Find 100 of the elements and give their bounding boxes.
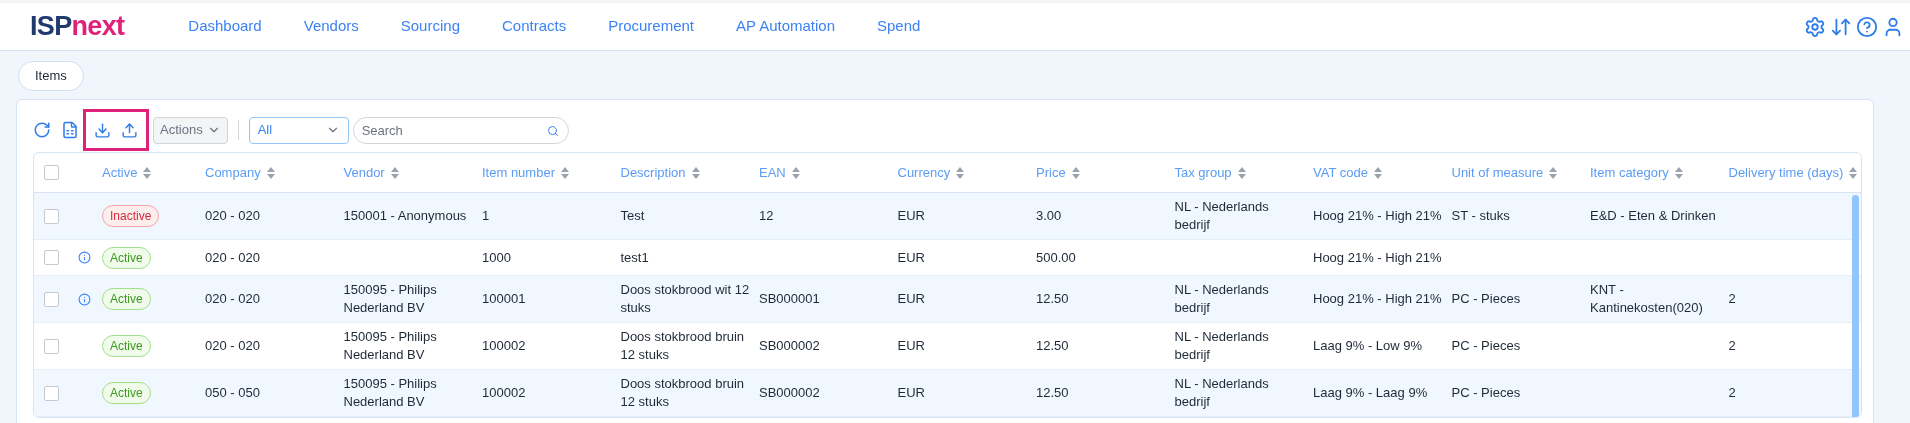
sort-icon[interactable] <box>1849 166 1858 179</box>
status-badge: Active <box>102 335 151 357</box>
refresh-icon[interactable] <box>33 121 51 139</box>
actions-dropdown[interactable]: Actions <box>153 116 228 144</box>
sort-icon[interactable] <box>1674 166 1683 179</box>
table-cell: PC - Pieces <box>1451 291 1521 306</box>
column-header[interactable]: Item number <box>482 162 555 183</box>
nav-link[interactable]: Sourcing <box>400 15 460 38</box>
nav-link[interactable]: Spend <box>877 15 921 38</box>
table-cell: PC - Pieces <box>1451 338 1521 353</box>
table-cell: 020 - 020 <box>205 208 260 223</box>
logo[interactable]: ISPnext <box>30 13 125 40</box>
sort-icon[interactable] <box>561 166 569 179</box>
column-header[interactable]: VAT code <box>1313 162 1368 183</box>
column-header[interactable]: Tax group <box>1174 162 1232 183</box>
column-header[interactable]: Active <box>102 162 138 183</box>
info-icon[interactable] <box>78 292 91 306</box>
search-field[interactable]: Search <box>352 116 569 144</box>
table-cell: 150001 - Anonymous <box>343 208 467 223</box>
table-cell: 12.50 <box>1036 291 1069 306</box>
status-badge: Inactive <box>102 205 160 227</box>
nav-link[interactable]: AP Automation <box>736 15 835 38</box>
table-cell: 12 <box>759 208 774 223</box>
column-header[interactable]: Currency <box>897 162 951 183</box>
nav-link[interactable]: Dashboard <box>188 15 262 38</box>
row-checkbox[interactable] <box>44 385 59 401</box>
info-icon[interactable] <box>78 251 91 264</box>
column-header[interactable]: Unit of measure <box>1451 162 1544 183</box>
status-badge: Active <box>102 382 151 404</box>
nav-link[interactable]: Procurement <box>608 15 695 38</box>
table-cell: Doos stokbrood wit 12 stuks <box>620 282 750 315</box>
row-checkbox[interactable] <box>44 291 59 307</box>
filter-dropdown[interactable]: All <box>248 116 349 144</box>
table-cell: E&D - Eten & Drinken <box>1590 208 1716 223</box>
table-cell: Hoog 21% - High 21% <box>1313 249 1442 265</box>
table-cell: Hoog 21% - High 21% <box>1313 291 1442 306</box>
table-cell: 2 <box>1728 291 1736 306</box>
table-cell: Doos stokbrood bruin 12 stuks <box>620 376 745 409</box>
search-icon[interactable] <box>546 124 559 137</box>
table-cell: 050 - 050 <box>205 385 260 400</box>
table-cell: 500.00 <box>1036 249 1076 265</box>
column-header[interactable]: EAN <box>759 162 786 183</box>
table-cell: KNT - Kantinekosten(020) <box>1590 282 1703 315</box>
nav-link[interactable]: Contracts <box>501 15 567 38</box>
column-header[interactable]: Price <box>1036 162 1066 183</box>
table-cell: EUR <box>897 208 925 223</box>
table-cell: 020 - 020 <box>205 249 260 265</box>
column-header[interactable]: Company <box>205 162 261 183</box>
select-all-checkbox[interactable] <box>44 165 59 180</box>
sort-icon[interactable] <box>691 166 700 179</box>
table-cell: 100001 <box>482 291 526 306</box>
sort-icon[interactable] <box>1549 166 1558 179</box>
spreadsheet-file-icon[interactable] <box>61 121 79 139</box>
status-badge: Active <box>102 288 151 310</box>
sort-icon[interactable] <box>791 166 800 179</box>
row-checkbox[interactable] <box>44 250 59 265</box>
sort-icon[interactable] <box>1373 166 1382 179</box>
row-checkbox[interactable] <box>44 338 59 354</box>
table-cell: Laag 9% - Laag 9% <box>1313 385 1428 400</box>
table-cell: 020 - 020 <box>205 338 260 353</box>
column-header[interactable]: Vendor <box>343 162 385 183</box>
table-cell: 3.00 <box>1036 208 1062 223</box>
column-header[interactable]: Description <box>620 162 686 183</box>
column-header[interactable]: Item category <box>1590 162 1669 183</box>
sort-icon[interactable] <box>956 166 965 179</box>
table-cell: 150095 - Philips Nederland BV <box>343 329 437 362</box>
scrollbar-thumb[interactable] <box>1852 195 1859 417</box>
table-cell: Laag 9% - Low 9% <box>1313 338 1423 353</box>
row-checkbox[interactable] <box>44 208 59 224</box>
sort-icon[interactable] <box>1071 166 1080 179</box>
table-cell: EUR <box>897 338 925 353</box>
table-cell: 1000 <box>482 249 511 265</box>
table-cell: Hoog 21% - High 21% <box>1313 208 1442 223</box>
download-icon[interactable] <box>94 121 111 139</box>
table-cell: Test <box>620 208 645 223</box>
table-cell: SB000001 <box>759 291 820 306</box>
table-cell: ST - stuks <box>1451 208 1510 223</box>
sort-icon[interactable] <box>143 166 152 179</box>
sort-icon[interactable] <box>1237 166 1246 179</box>
nav-link[interactable]: Vendors <box>303 15 359 38</box>
upload-icon[interactable] <box>121 121 138 139</box>
help-icon[interactable] <box>1856 15 1878 38</box>
settings-icon[interactable] <box>1804 15 1826 38</box>
table-cell: NL - Nederlands bedrijf <box>1174 376 1269 409</box>
sort-icon[interactable] <box>266 166 275 179</box>
table-cell: 150095 - Philips Nederland BV <box>343 282 437 315</box>
table-cell: 2 <box>1728 338 1736 353</box>
status-badge: Active <box>102 246 151 269</box>
table-cell: NL - Nederlands bedrijf <box>1174 199 1269 232</box>
sort-icon[interactable] <box>390 166 399 179</box>
items-tab[interactable]: Items <box>18 61 84 91</box>
column-header[interactable]: Delivery time (days) <box>1728 162 1844 183</box>
table-cell: EUR <box>897 385 925 400</box>
table-cell: SB000002 <box>759 385 820 400</box>
table-cell: SB000002 <box>759 338 820 353</box>
table-cell: 12.50 <box>1036 385 1069 400</box>
table-cell: PC - Pieces <box>1451 385 1521 400</box>
table-cell: 2 <box>1728 385 1736 400</box>
table-cell: Doos stokbrood bruin 12 stuks <box>620 329 745 362</box>
table-cell: EUR <box>897 249 925 265</box>
